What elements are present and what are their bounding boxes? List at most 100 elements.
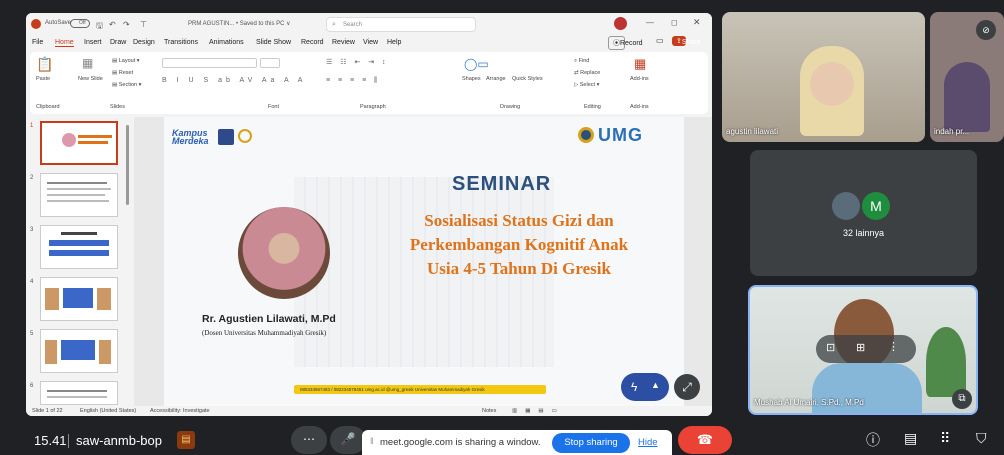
close-icon[interactable]: ✕ bbox=[693, 17, 701, 28]
slide-thumbnail-1[interactable] bbox=[40, 121, 118, 165]
addins-button[interactable]: Add-ins bbox=[630, 76, 649, 82]
reset-button[interactable]: ▤ Reset bbox=[112, 70, 133, 76]
tab-insert[interactable]: Insert bbox=[84, 39, 102, 46]
end-call-button[interactable]: ☎ bbox=[678, 426, 732, 454]
annotate-icon[interactable]: ϟ bbox=[631, 380, 637, 394]
tab-animations[interactable]: Animations bbox=[209, 39, 244, 46]
document-title[interactable]: PRM AGUSTIN... • Saved to this PC ∨ bbox=[188, 20, 291, 27]
font-format-icons[interactable]: B I U S ab AV Aa A A bbox=[162, 77, 306, 84]
minimize-icon[interactable]: — bbox=[646, 18, 654, 27]
present-icon[interactable]: ⊤ bbox=[140, 20, 147, 29]
find-button[interactable]: ⌕ Find bbox=[574, 58, 589, 65]
undo-icon[interactable]: ↶ bbox=[109, 20, 116, 29]
save-icon[interactable]: 🖫 bbox=[96, 20, 103, 34]
share-button[interactable]: ⇪ Share bbox=[672, 36, 701, 46]
thumb-number: 4 bbox=[30, 279, 34, 285]
meeting-code: saw-anmb-bop bbox=[76, 433, 162, 448]
autosave-toggle[interactable]: Off bbox=[70, 19, 90, 28]
section-label: Section bbox=[118, 82, 138, 88]
topic-line: Perkembangan Kognitif Anak bbox=[409, 235, 629, 254]
pin-icon[interactable]: ⊞ bbox=[856, 341, 865, 354]
slide-thumbnail-2[interactable] bbox=[40, 173, 118, 217]
accessibility-status[interactable]: Accessibility: Investigate bbox=[150, 408, 210, 414]
participant-tile[interactable]: ⊡ ⊞ ⋮ ⧉ Mushab Al Umairi, S.Pd., M.Pd bbox=[748, 285, 978, 415]
participant-tile[interactable]: agustin lilawati bbox=[722, 12, 925, 142]
slide-heading: SEMINAR bbox=[452, 173, 552, 195]
frame-icon[interactable]: ⊡ bbox=[826, 341, 835, 354]
drag-handle-icon[interactable]: ‖ bbox=[370, 436, 374, 446]
expand-icon: ⤢ bbox=[682, 380, 692, 394]
font-size-box[interactable] bbox=[260, 58, 280, 68]
share-controls-pill[interactable]: ϟ ▲ bbox=[621, 373, 669, 401]
activities-icon[interactable]: ⠿ bbox=[940, 430, 950, 447]
font-name-box[interactable] bbox=[162, 58, 257, 68]
chat-icon[interactable]: ▤ bbox=[904, 430, 917, 447]
participant-video bbox=[812, 363, 922, 413]
current-slide[interactable]: Kampus Merdeka UMG SEMINAR Sosialisasi S… bbox=[164, 117, 684, 409]
chevron-up-icon[interactable]: ▲ bbox=[651, 380, 660, 390]
slide-thumbnail-pane: 1 2 3 4 5 6 bbox=[30, 117, 132, 407]
tab-review[interactable]: Review bbox=[332, 39, 355, 46]
stop-sharing-button[interactable]: Stop sharing bbox=[552, 433, 630, 453]
presenting-badge[interactable]: ▤ bbox=[177, 431, 195, 449]
clock: 15.41 bbox=[34, 433, 67, 448]
shapes-icon[interactable]: ◯▭ bbox=[464, 57, 489, 71]
status-bar: Slide 1 of 22 English (United States) Ac… bbox=[26, 406, 712, 416]
tab-home[interactable]: Home bbox=[55, 39, 74, 47]
tab-view[interactable]: View bbox=[363, 39, 378, 46]
redo-icon[interactable]: ↷ bbox=[123, 20, 130, 29]
reset-label: Reset bbox=[118, 70, 134, 76]
more-options-icon[interactable]: ⋮ bbox=[888, 340, 899, 353]
view-buttons[interactable]: ▥▦▤▭ bbox=[512, 408, 565, 414]
tab-help[interactable]: Help bbox=[387, 39, 401, 46]
others-count-label: 32 lainnya bbox=[842, 228, 885, 238]
tab-record[interactable]: Record bbox=[301, 39, 324, 46]
layout-button[interactable]: ▤ Layout ▾ bbox=[112, 58, 140, 64]
select-button[interactable]: ▷ Select ▾ bbox=[574, 82, 599, 88]
info-icon[interactable]: ⓘ bbox=[866, 430, 880, 450]
user-avatar[interactable] bbox=[614, 17, 627, 30]
microphone-button[interactable]: 🎤 bbox=[330, 426, 366, 454]
hide-button[interactable]: Hide bbox=[638, 437, 658, 448]
tile-hover-controls[interactable]: ⊡ ⊞ ⋮ bbox=[816, 335, 916, 363]
host-controls-icon[interactable]: ⛉ bbox=[976, 430, 987, 447]
more-options-button[interactable]: ⋯ bbox=[291, 426, 327, 454]
thumbnail-scrollbar[interactable] bbox=[126, 125, 129, 205]
maximize-icon[interactable]: ◻ bbox=[671, 18, 678, 27]
slide-thumbnail-6[interactable] bbox=[40, 381, 118, 405]
language-status[interactable]: English (United States) bbox=[80, 408, 136, 414]
tab-design[interactable]: Design bbox=[133, 39, 155, 46]
paste-button[interactable]: Paste bbox=[36, 76, 50, 82]
quick-styles-button[interactable]: Quick Styles bbox=[512, 76, 543, 82]
others-tile[interactable]: M 32 lainnya bbox=[750, 150, 977, 276]
arrange-button[interactable]: Arrange bbox=[486, 76, 506, 82]
participant-name: Mushab Al Umairi, S.Pd., M.Pd bbox=[754, 398, 864, 407]
list-icons[interactable]: ☰ ☷ ⇤ ⇥ ↕ bbox=[326, 58, 389, 66]
tab-file[interactable]: File bbox=[32, 39, 43, 46]
search-icon: ⌕ bbox=[332, 21, 336, 28]
tab-slide-show[interactable]: Slide Show bbox=[256, 39, 291, 46]
slide-thumbnail-3[interactable] bbox=[40, 225, 118, 269]
more-icon: ⋯ bbox=[303, 432, 315, 446]
plant-decor bbox=[926, 327, 966, 397]
new-slide-icon[interactable]: ▦ bbox=[82, 56, 93, 70]
align-icons[interactable]: ≡ ≡ ≡ ≡ ⫼ bbox=[326, 77, 380, 85]
participant-avatar bbox=[832, 192, 860, 220]
paste-icon[interactable]: 📋 bbox=[36, 56, 53, 73]
slide-thumbnail-4[interactable] bbox=[40, 277, 118, 321]
replace-button[interactable]: ⇄ Replace bbox=[574, 70, 600, 76]
addins-icon[interactable]: ▦ bbox=[634, 56, 646, 72]
new-slide-button[interactable]: New Slide bbox=[78, 76, 103, 82]
tab-transitions[interactable]: Transitions bbox=[164, 39, 198, 46]
search-input[interactable]: ⌕ Search bbox=[326, 17, 476, 32]
tab-draw[interactable]: Draw bbox=[110, 39, 126, 46]
crop-button[interactable]: ⧉ bbox=[952, 389, 972, 409]
slide-thumbnail-5[interactable] bbox=[40, 329, 118, 373]
expand-button[interactable]: ⤢ bbox=[674, 374, 700, 400]
participant-tile[interactable]: ⊘ indah pr... bbox=[930, 12, 1004, 142]
comments-icon[interactable]: ▭ bbox=[656, 36, 664, 45]
section-button[interactable]: ▤ Section ▾ bbox=[112, 82, 141, 88]
shapes-button[interactable]: Shapes bbox=[462, 76, 481, 82]
record-button[interactable]: ⦿ Record bbox=[608, 36, 643, 50]
notes-button[interactable]: Notes bbox=[482, 408, 496, 414]
